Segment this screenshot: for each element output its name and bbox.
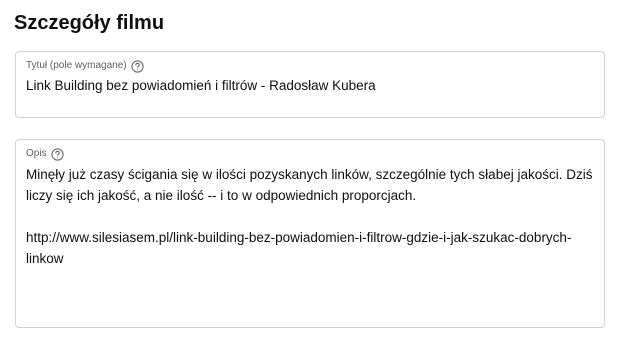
description-link-text: http://www.silesiasem.pl/link-building-b… <box>26 230 572 266</box>
description-textarea[interactable]: Minęły już czasy ścigania się w ilości p… <box>26 164 596 269</box>
help-circle-icon[interactable] <box>131 59 144 73</box>
description-field-label: Opis <box>26 148 47 159</box>
title-field-label: Tytuł (pole wymagane) <box>26 60 127 71</box>
page-title: Szczegóły filmu <box>14 12 165 34</box>
title-input[interactable]: Link Building bez powiadomień i filtrów … <box>26 77 594 95</box>
description-blank-line <box>26 206 596 227</box>
description-paragraph: Minęły już czasy ścigania się w ilości p… <box>26 167 593 203</box>
title-field[interactable]: Tytuł (pole wymagane) Link Building bez … <box>15 51 605 118</box>
help-circle-icon[interactable] <box>50 147 64 161</box>
description-label-row: Opis <box>26 146 64 162</box>
description-field[interactable]: Opis Minęły już czasy ścigania się w ilo… <box>15 139 605 328</box>
title-label-row: Tytuł (pole wymagane) <box>26 58 144 74</box>
